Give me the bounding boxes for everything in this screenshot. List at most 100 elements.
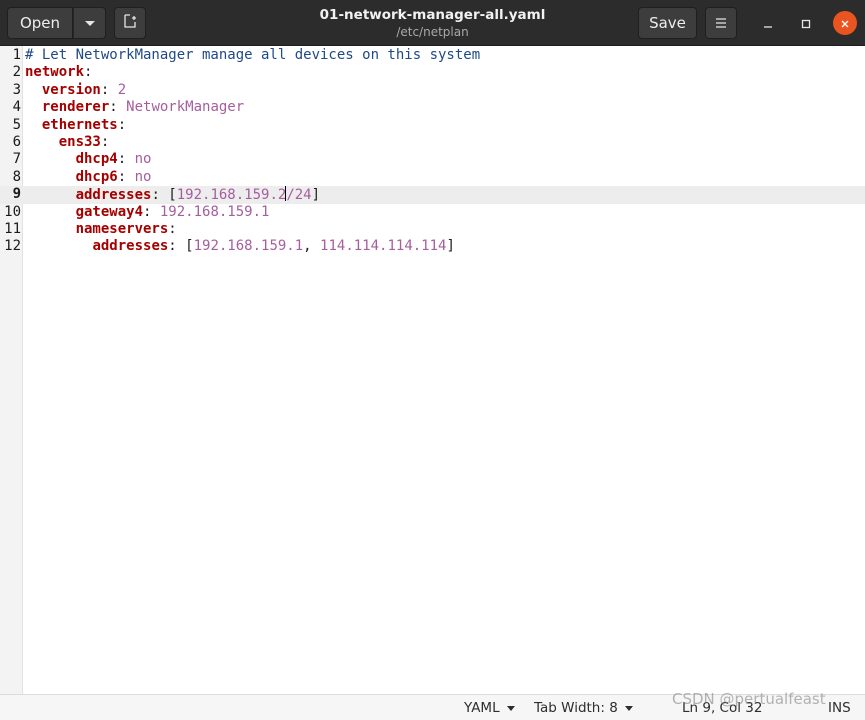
code-punctuation: ]	[446, 238, 455, 255]
code-punctuation: ]	[311, 187, 321, 204]
yaml-value: NetworkManager	[126, 99, 245, 116]
yaml-key: gateway4	[75, 203, 144, 220]
code-comment: # Let NetworkManager manage all devices …	[25, 47, 481, 63]
code-punctuation	[25, 134, 59, 150]
code-punctuation	[25, 151, 76, 167]
code-text: addresses: [192.168.159.2/24]	[25, 186, 320, 204]
new-document-button[interactable]	[114, 7, 146, 39]
code-line[interactable]: 2 network:	[0, 64, 865, 81]
code-text: network:	[25, 64, 92, 81]
code-punctuation: ,	[303, 238, 321, 255]
yaml-key: addresses	[92, 238, 169, 255]
code-text: ens33:	[25, 134, 110, 151]
insert-mode-label: INS	[828, 700, 851, 716]
code-punctuation	[25, 187, 76, 203]
yaml-value: 2	[117, 81, 127, 98]
open-menu-button[interactable]	[73, 7, 106, 39]
close-button[interactable]	[833, 11, 857, 35]
code-punctuation: :	[168, 221, 177, 237]
line-number: 6	[12, 134, 21, 150]
code-punctuation: :	[100, 134, 110, 150]
code-punctuation	[25, 99, 42, 115]
hamburger-menu-icon	[715, 14, 727, 32]
code-text: gateway4: 192.168.159.1	[25, 203, 270, 221]
code-punctuation	[25, 117, 42, 133]
maximize-icon	[801, 14, 811, 33]
code-punctuation	[25, 238, 92, 254]
code-line[interactable]: 9 addresses: [192.168.159.2/24]	[0, 186, 865, 204]
line-number: 9	[12, 186, 21, 203]
code-text: ethernets:	[25, 117, 126, 134]
code-punctuation: :	[84, 64, 93, 81]
minimize-icon	[763, 14, 773, 33]
code-punctuation	[25, 82, 42, 98]
line-number: 12	[4, 238, 21, 255]
chevron-down-icon	[624, 705, 633, 711]
language-selector[interactable]: YAML	[464, 700, 515, 716]
yaml-value: no	[134, 168, 152, 185]
document-path: /etc/netplan	[396, 25, 469, 39]
open-button[interactable]: Open	[7, 7, 73, 39]
code-line[interactable]: 6 ens33:	[0, 134, 865, 151]
code-text: dhcp6: no	[25, 168, 152, 186]
code-line[interactable]: 5 ethernets:	[0, 117, 865, 134]
code-text: addresses: [192.168.159.1, 114.114.114.1…	[25, 238, 455, 255]
code-line[interactable]: 7 dhcp4: no	[0, 151, 865, 168]
yaml-value: 114.114.114.114	[320, 238, 447, 255]
chevron-down-icon	[506, 705, 515, 711]
code-punctuation: : [	[151, 187, 177, 204]
chevron-down-icon	[84, 14, 96, 32]
code-punctuation	[25, 169, 76, 185]
yaml-value: 192.168.159.1	[193, 238, 304, 255]
maximize-button[interactable]	[794, 11, 818, 35]
yaml-key: renderer	[41, 99, 110, 116]
code-text: dhcp4: no	[25, 151, 152, 168]
tab-width-label: Tab Width: 8	[534, 700, 618, 716]
code-line[interactable]: 4 renderer: NetworkManager	[0, 99, 865, 116]
line-number: 3	[12, 81, 21, 98]
code-punctuation: :	[109, 99, 127, 116]
insert-mode-indicator[interactable]: INS	[828, 700, 851, 716]
text-editor[interactable]: 1 # Let NetworkManager manage all devices…	[0, 46, 865, 694]
header-bar: Open 01-network-manager-all.yaml /etc/ne…	[0, 0, 865, 46]
minimize-button[interactable]	[756, 11, 780, 35]
code-punctuation: :	[117, 116, 127, 133]
yaml-value: no	[134, 151, 152, 168]
code-punctuation: :	[117, 168, 135, 185]
code-punctuation	[25, 221, 76, 237]
line-number: 2	[12, 64, 21, 81]
yaml-key: ethernets	[41, 116, 118, 133]
code-line[interactable]: 12 addresses: [192.168.159.1, 114.114.11…	[0, 238, 865, 255]
save-button[interactable]: Save	[638, 7, 697, 39]
code-punctuation: :	[143, 203, 160, 220]
language-label: YAML	[464, 700, 500, 716]
code-line[interactable]: 11 nameservers:	[0, 221, 865, 238]
code-text: renderer: NetworkManager	[25, 99, 244, 116]
new-tab-icon	[123, 14, 137, 32]
main-menu-button[interactable]	[705, 7, 737, 39]
line-number: 5	[12, 116, 21, 133]
yaml-key: version	[41, 81, 101, 98]
yaml-value: 192.168.159.1	[159, 203, 270, 220]
close-icon	[840, 14, 850, 33]
code-line[interactable]: 8 dhcp6: no	[0, 169, 865, 186]
yaml-key: dhcp4	[75, 151, 118, 168]
code-text: version: 2	[25, 82, 126, 99]
code-text: # Let NetworkManager manage all devices …	[25, 47, 480, 64]
code-punctuation: :	[100, 81, 118, 98]
code-punctuation: :	[117, 151, 135, 168]
yaml-key: network	[25, 64, 85, 81]
document-title: 01-network-manager-all.yaml	[319, 7, 546, 23]
code-line[interactable]: 10 gateway4: 192.168.159.1	[0, 204, 865, 221]
line-number: 10	[4, 203, 21, 220]
tab-width-selector[interactable]: Tab Width: 8	[534, 700, 633, 716]
watermark: CSDN @pertualfeast	[672, 690, 826, 708]
yaml-value: /24	[286, 187, 312, 204]
window-title: 01-network-manager-all.yaml /etc/netplan	[250, 6, 615, 40]
yaml-value: 192.168.159.2	[176, 187, 287, 204]
line-number: 4	[12, 99, 21, 116]
code-punctuation	[25, 204, 76, 220]
code-line[interactable]: 1 # Let NetworkManager manage all devices…	[0, 47, 865, 64]
line-number: 1	[12, 47, 21, 63]
code-line[interactable]: 3 version: 2	[0, 82, 865, 99]
